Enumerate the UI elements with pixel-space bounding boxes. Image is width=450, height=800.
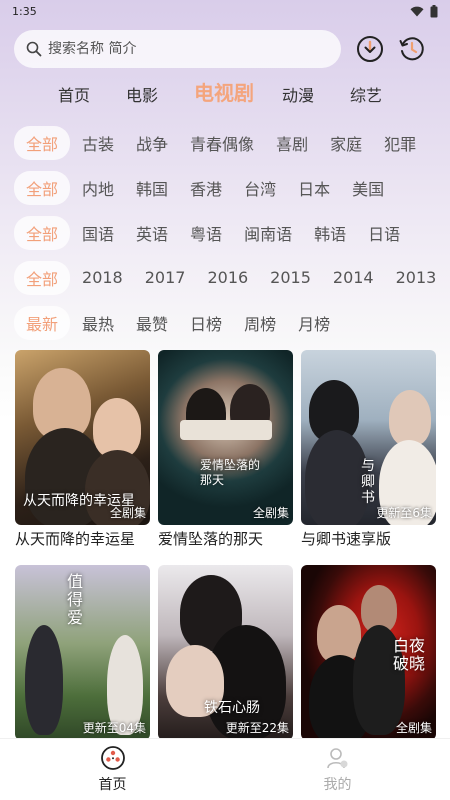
region-chip[interactable]: 内地 bbox=[82, 176, 114, 200]
language-chip[interactable]: 韩语 bbox=[314, 221, 346, 245]
poster-art-text: 铁石心肠 bbox=[204, 700, 260, 716]
tab-movies[interactable]: 电影 bbox=[126, 82, 158, 112]
filter-row-sort: 最新 最热 最赞 日榜 周榜 月榜 bbox=[0, 300, 450, 345]
sort-chip[interactable]: 最赞 bbox=[136, 311, 168, 335]
nav-home[interactable]: 首页 bbox=[0, 739, 225, 800]
genre-chip[interactable]: 青春偶像 bbox=[190, 131, 254, 155]
sort-chip[interactable]: 日榜 bbox=[190, 311, 222, 335]
episode-badge: 更新至6集 bbox=[376, 506, 432, 520]
sort-chip[interactable]: 最热 bbox=[82, 311, 114, 335]
language-chip[interactable]: 粤语 bbox=[190, 221, 222, 245]
history-button[interactable] bbox=[397, 34, 427, 64]
language-chip[interactable]: 英语 bbox=[136, 221, 168, 245]
nav-profile-label: 我的 bbox=[323, 777, 352, 793]
film-reel-icon bbox=[100, 746, 125, 770]
genre-chip-all[interactable]: 全部 bbox=[14, 125, 71, 160]
episode-badge: 全剧集 bbox=[109, 506, 146, 520]
video-title[interactable]: 爱情坠落的那天 bbox=[158, 525, 293, 565]
search-icon bbox=[26, 41, 42, 57]
poster-art-text: 与卿书 bbox=[361, 458, 375, 506]
sort-chip[interactable]: 周榜 bbox=[244, 311, 276, 335]
nav-home-label: 首页 bbox=[98, 777, 127, 793]
nav-profile[interactable]: 我的 bbox=[225, 739, 450, 800]
wifi-icon bbox=[410, 6, 424, 16]
region-chip[interactable]: 香港 bbox=[190, 176, 222, 200]
genre-chip[interactable]: 犯罪 bbox=[384, 131, 416, 155]
video-title[interactable]: 与卿书速享版 bbox=[301, 525, 436, 565]
language-chip[interactable]: 日语 bbox=[368, 221, 400, 245]
filter-row-region: 全部 内地 韩国 香港 台湾 日本 美国 bbox=[0, 165, 450, 210]
poster-image[interactable]: 铁石心肠 更新至22集 bbox=[158, 565, 293, 740]
status-icons bbox=[410, 4, 438, 18]
filter-row-genre: 全部 古装 战争 青春偶像 喜剧 家庭 犯罪 bbox=[0, 120, 450, 165]
user-icon bbox=[326, 748, 347, 769]
video-card[interactable]: 从天而降的幸运星 全剧集 从天而降的幸运星 bbox=[15, 350, 150, 565]
language-chip[interactable]: 国语 bbox=[82, 221, 114, 245]
tab-variety[interactable]: 综艺 bbox=[350, 82, 382, 112]
poster-image[interactable]: 爱情坠落的那天 全剧集 bbox=[158, 350, 293, 525]
download-icon bbox=[357, 36, 383, 62]
filter-row-language: 全部 国语 英语 粤语 闽南语 韩语 日语 bbox=[0, 210, 450, 255]
poster-art-text: 值得爱 bbox=[67, 572, 84, 627]
sort-chip-latest[interactable]: 最新 bbox=[14, 305, 71, 340]
year-chip[interactable]: 2013 bbox=[396, 268, 437, 287]
genre-chip[interactable]: 战争 bbox=[136, 131, 168, 155]
top-row bbox=[0, 22, 450, 70]
history-icon bbox=[399, 37, 424, 61]
year-chip-all[interactable]: 全部 bbox=[14, 260, 71, 295]
filter-row-year: 全部 2018 2017 2016 2015 2014 2013 bbox=[0, 255, 450, 300]
genre-chip[interactable]: 古装 bbox=[82, 131, 114, 155]
poster-image[interactable]: 值得爱 更新至04集 bbox=[15, 565, 150, 740]
episode-badge: 全剧集 bbox=[395, 721, 432, 735]
episode-badge: 更新至22集 bbox=[225, 721, 289, 735]
status-bar: 1:35 bbox=[0, 0, 450, 22]
language-chip[interactable]: 闽南语 bbox=[244, 221, 292, 245]
battery-icon bbox=[430, 4, 438, 17]
year-chip[interactable]: 2014 bbox=[333, 268, 374, 287]
region-chip[interactable]: 日本 bbox=[298, 176, 330, 200]
region-chip-all[interactable]: 全部 bbox=[14, 170, 71, 205]
tab-tv-series[interactable]: 电视剧 bbox=[194, 77, 254, 112]
status-time: 1:35 bbox=[12, 4, 37, 18]
year-chip[interactable]: 2018 bbox=[82, 268, 123, 287]
search-input[interactable] bbox=[48, 41, 308, 57]
poster-image[interactable]: 白夜破晓 全剧集 bbox=[301, 565, 436, 740]
search-box[interactable] bbox=[14, 30, 341, 68]
video-grid: 从天而降的幸运星 全剧集 从天而降的幸运星 爱情坠落的那天 全剧集 爱情坠落的那… bbox=[0, 350, 450, 780]
tab-anime[interactable]: 动漫 bbox=[282, 82, 314, 112]
video-card[interactable]: 爱情坠落的那天 全剧集 爱情坠落的那天 bbox=[158, 350, 293, 565]
video-card[interactable]: 与卿书 更新至6集 与卿书速享版 bbox=[301, 350, 436, 565]
genre-chip[interactable]: 喜剧 bbox=[276, 131, 308, 155]
year-chip[interactable]: 2015 bbox=[270, 268, 311, 287]
sort-chip[interactable]: 月榜 bbox=[298, 311, 330, 335]
video-title[interactable]: 从天而降的幸运星 bbox=[15, 525, 150, 565]
poster-image[interactable]: 从天而降的幸运星 全剧集 bbox=[15, 350, 150, 525]
language-chip-all[interactable]: 全部 bbox=[14, 215, 71, 250]
year-chip[interactable]: 2016 bbox=[207, 268, 248, 287]
region-chip[interactable]: 台湾 bbox=[244, 176, 276, 200]
region-chip[interactable]: 美国 bbox=[352, 176, 384, 200]
region-chip[interactable]: 韩国 bbox=[136, 176, 168, 200]
year-chip[interactable]: 2017 bbox=[145, 268, 186, 287]
poster-image[interactable]: 与卿书 更新至6集 bbox=[301, 350, 436, 525]
genre-chip[interactable]: 家庭 bbox=[330, 131, 362, 155]
download-button[interactable] bbox=[355, 34, 385, 64]
filter-panel: 全部 古装 战争 青春偶像 喜剧 家庭 犯罪 全部 内地 韩国 香港 台湾 日本… bbox=[0, 120, 450, 345]
episode-badge: 全剧集 bbox=[252, 506, 289, 520]
poster-art-text: 爱情坠落的那天 bbox=[200, 458, 261, 487]
main-tabs: 首页 电影 电视剧 动漫 综艺 bbox=[0, 70, 450, 112]
tab-home[interactable]: 首页 bbox=[58, 82, 90, 112]
episode-badge: 更新至04集 bbox=[82, 721, 146, 735]
bottom-nav: 首页 我的 bbox=[0, 738, 450, 800]
poster-art-text: 白夜破晓 bbox=[393, 636, 426, 673]
